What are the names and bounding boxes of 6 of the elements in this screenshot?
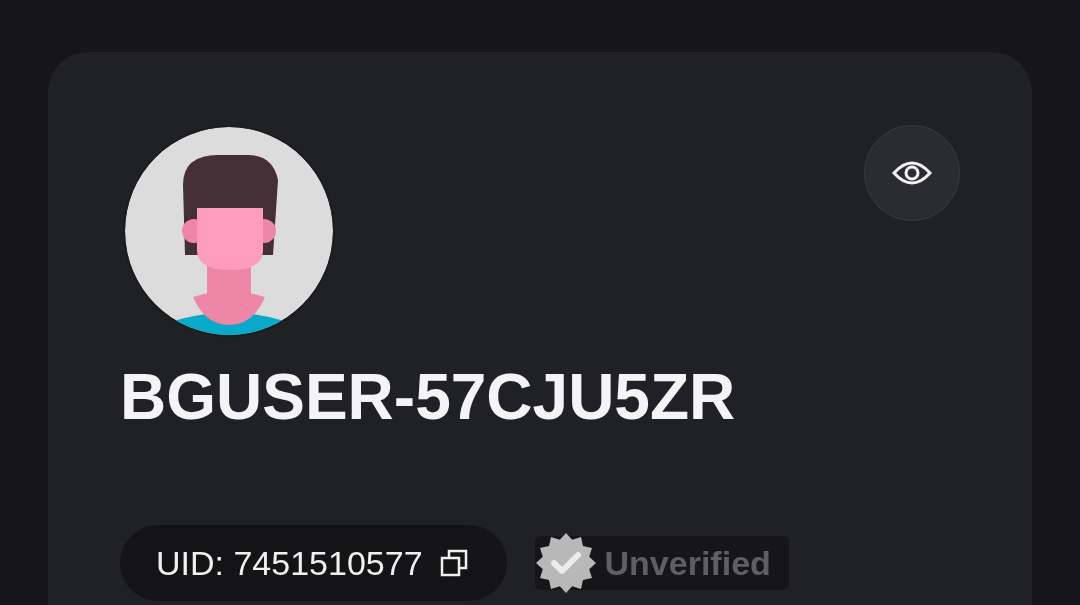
uid-text: UID: 7451510577 <box>156 542 423 584</box>
eye-icon <box>892 159 932 187</box>
copy-icon[interactable] <box>438 548 469 578</box>
verification-label: Unverified <box>604 542 771 584</box>
username: BGUSER-57CJU5ZR <box>120 365 737 429</box>
check-seal-icon <box>534 532 597 594</box>
